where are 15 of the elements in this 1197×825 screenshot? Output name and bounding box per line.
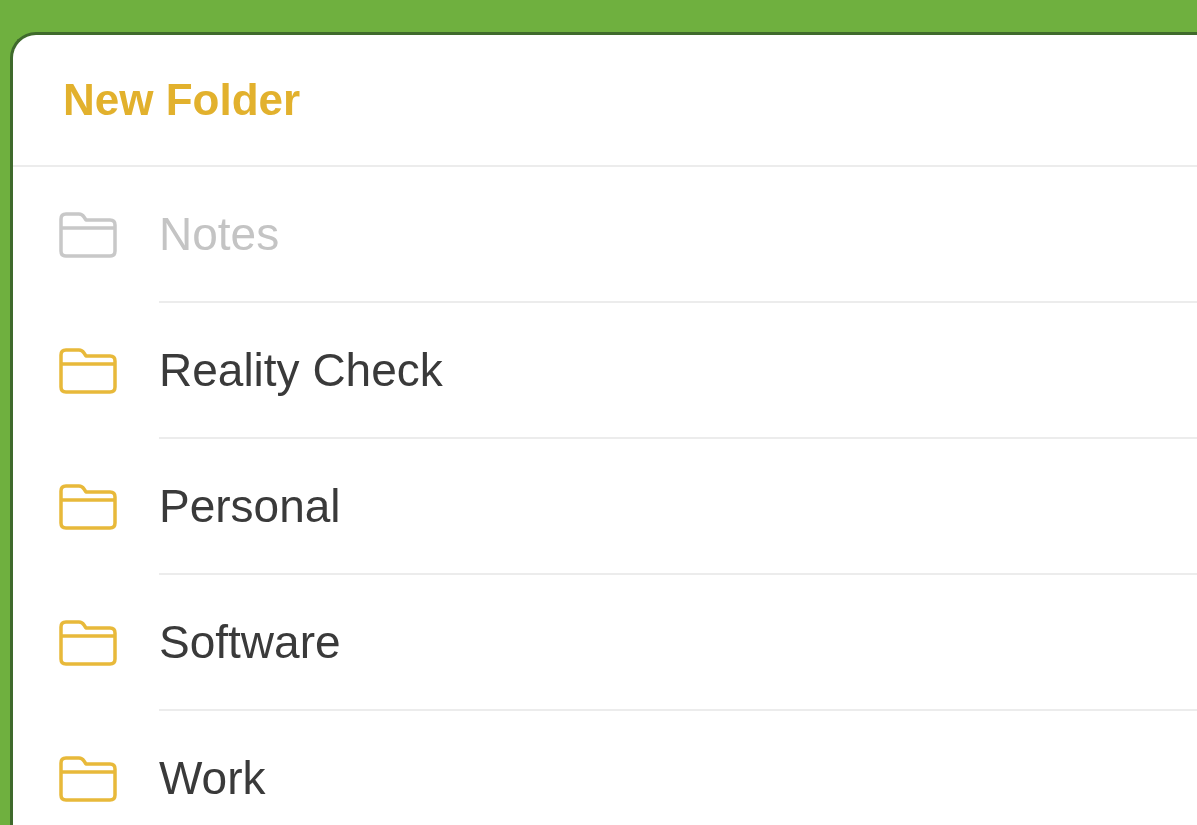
folder-row[interactable]: Personal	[13, 439, 1197, 575]
folder-label: Work	[159, 750, 266, 806]
folder-label: Personal	[159, 478, 341, 534]
folder-label: Reality Check	[159, 342, 443, 398]
folder-row[interactable]: Work	[13, 711, 1197, 825]
folder-row[interactable]: Reality Check	[13, 303, 1197, 439]
folder-label: Notes	[159, 206, 280, 262]
folder-icon	[57, 347, 119, 395]
folder-row[interactable]: Software	[13, 575, 1197, 711]
folder-icon	[57, 619, 119, 667]
folder-icon	[57, 483, 119, 531]
folder-icon	[57, 211, 119, 259]
header-title: New Folder	[63, 74, 301, 126]
folder-icon	[57, 755, 119, 803]
folder-label: Software	[159, 614, 341, 670]
